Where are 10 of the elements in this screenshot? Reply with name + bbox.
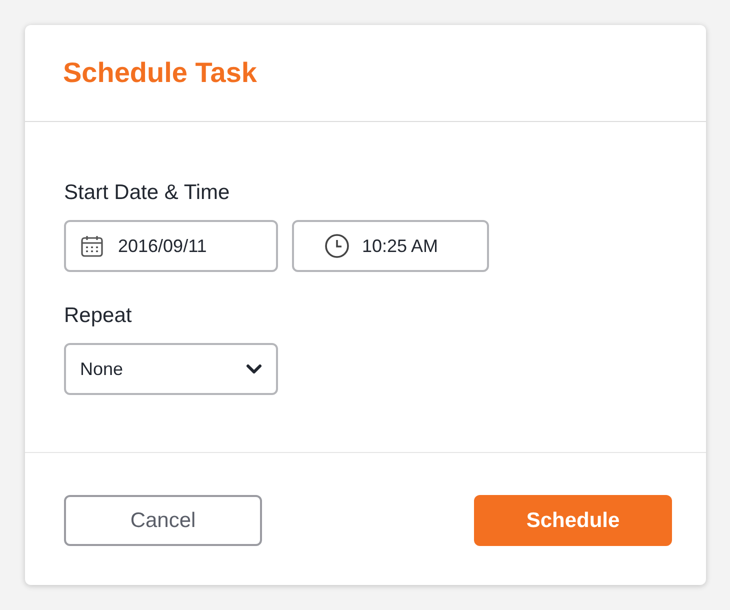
field-label: Start Date & Time <box>64 180 230 206</box>
calendar-icon <box>80 234 104 258</box>
time-field[interactable]: 10:25 AM <box>292 220 489 272</box>
repeat-dropdown[interactable]: None <box>64 343 278 395</box>
cancel-button[interactable]: Cancel <box>64 495 262 546</box>
clock-icon <box>324 233 350 259</box>
field-label: Repeat <box>64 303 132 329</box>
date-field[interactable]: 2016/09/11 <box>64 220 278 272</box>
dialog-title: Schedule Task <box>63 56 258 90</box>
chevron-down-icon <box>246 364 262 374</box>
